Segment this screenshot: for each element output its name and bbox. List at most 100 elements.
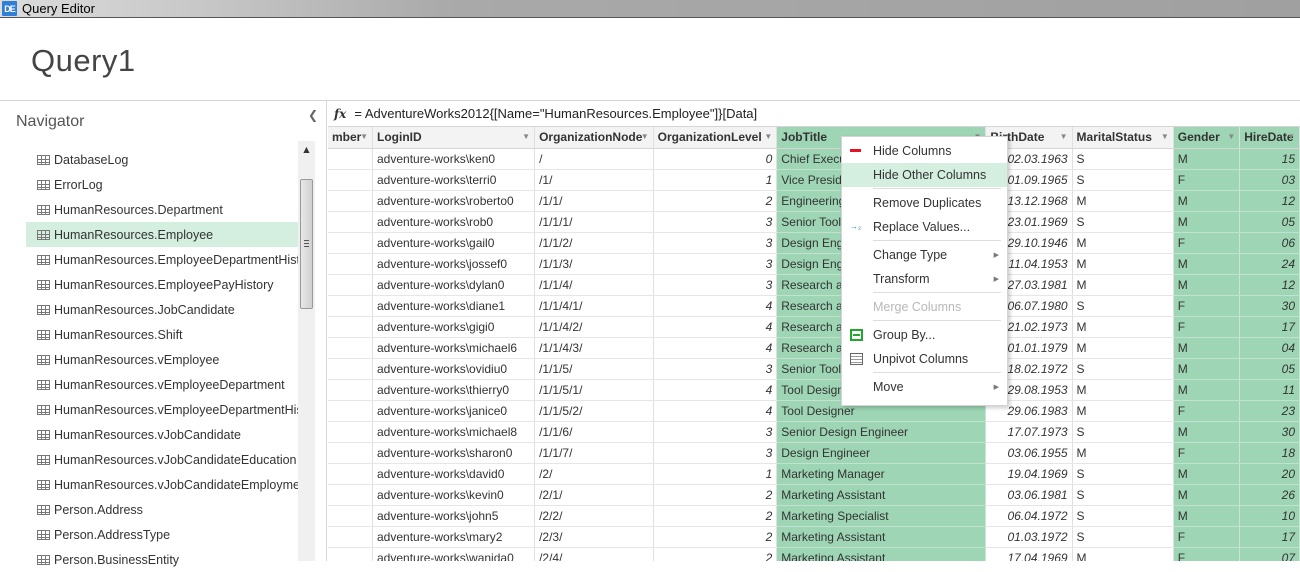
table-cell[interactable]: /2/2/ [534, 505, 654, 527]
table-cell[interactable]: 2 [653, 547, 778, 561]
table-cell[interactable]: M [1173, 337, 1241, 359]
menu-item-transform[interactable]: Transform ▶ [842, 267, 1007, 291]
navigator-item[interactable]: HumanResources.vEmployeeDepartment [26, 372, 298, 397]
navigator-scrollbar[interactable]: ▲ [298, 141, 315, 561]
navigator-item[interactable]: HumanResources.Employee [26, 222, 298, 247]
table-cell[interactable]: S [1072, 505, 1174, 527]
table-cell[interactable]: S [1072, 421, 1174, 443]
table-cell[interactable]: 2 [653, 505, 778, 527]
table-cell[interactable]: 07 [1239, 547, 1300, 561]
table-cell[interactable]: 03.06.1981 [985, 484, 1073, 506]
table-cell[interactable]: 4 [653, 337, 778, 359]
navigator-item[interactable]: HumanResources.JobCandidate [26, 297, 298, 322]
table-cell[interactable] [328, 190, 373, 212]
navigator-item[interactable]: DatabaseLog [26, 147, 298, 172]
menu-item-replace-values[interactable]: →₂ Replace Values... [842, 215, 1007, 239]
table-cell[interactable]: 3 [653, 274, 778, 296]
table-cell[interactable]: adventure-works\ovidiu0 [372, 358, 536, 380]
navigator-item[interactable]: HumanResources.vJobCandidate [26, 422, 298, 447]
table-cell[interactable]: M [1072, 253, 1174, 275]
scrollbar-thumb[interactable] [300, 179, 313, 309]
table-cell[interactable]: adventure-works\jossef0 [372, 253, 536, 275]
table-cell[interactable]: /1/1/5/1/ [534, 379, 654, 401]
column-header[interactable]: HireDate ▼ [1239, 127, 1300, 149]
table-cell[interactable]: M [1072, 232, 1174, 254]
table-cell[interactable]: 4 [653, 400, 778, 422]
menu-item-unpivot-columns[interactable]: Unpivot Columns [842, 347, 1007, 371]
column-header[interactable]: LoginID ▼ [372, 127, 536, 149]
filter-dropdown-icon[interactable]: ▼ [1060, 132, 1068, 141]
table-cell[interactable]: adventure-works\diane1 [372, 295, 536, 317]
table-cell[interactable]: Senior Design Engineer [776, 421, 987, 443]
table-cell[interactable]: 18 [1239, 442, 1300, 464]
table-cell[interactable]: M [1173, 421, 1241, 443]
table-cell[interactable]: Design Engineer [776, 442, 987, 464]
table-cell[interactable]: Marketing Specialist [776, 505, 987, 527]
table-cell[interactable]: 12 [1239, 190, 1300, 212]
formula-bar[interactable]: fx = AdventureWorks2012{[Name="HumanReso… [328, 101, 1300, 127]
table-cell[interactable]: M [1072, 274, 1174, 296]
table-cell[interactable]: 4 [653, 295, 778, 317]
menu-item-move[interactable]: Move ▶ [842, 375, 1007, 399]
table-cell[interactable]: adventure-works\kevin0 [372, 484, 536, 506]
table-cell[interactable]: F [1173, 232, 1241, 254]
table-cell[interactable]: M [1072, 337, 1174, 359]
table-cell[interactable]: S [1072, 358, 1174, 380]
table-cell[interactable]: M [1173, 463, 1241, 485]
table-cell[interactable]: adventure-works\gail0 [372, 232, 536, 254]
table-cell[interactable]: M [1072, 547, 1174, 561]
table-cell[interactable]: /1/1/4/ [534, 274, 654, 296]
table-cell[interactable]: 1 [653, 169, 778, 191]
filter-dropdown-icon[interactable]: ▼ [1227, 132, 1235, 141]
table-cell[interactable]: 3 [653, 211, 778, 233]
table-cell[interactable]: 01.03.1972 [985, 526, 1073, 548]
table-cell[interactable]: 15 [1239, 148, 1300, 170]
table-cell[interactable]: 04 [1239, 337, 1300, 359]
table-cell[interactable]: /1/1/5/2/ [534, 400, 654, 422]
table-cell[interactable]: S [1072, 484, 1174, 506]
table-cell[interactable] [328, 505, 373, 527]
table-cell[interactable] [328, 442, 373, 464]
scroll-up-arrow-icon[interactable]: ▲ [298, 141, 315, 158]
table-cell[interactable]: 3 [653, 253, 778, 275]
table-cell[interactable]: adventure-works\michael8 [372, 421, 536, 443]
table-cell[interactable]: 19.04.1969 [985, 463, 1073, 485]
table-cell[interactable] [328, 316, 373, 338]
table-cell[interactable]: F [1173, 442, 1241, 464]
table-cell[interactable]: F [1173, 547, 1241, 561]
filter-dropdown-icon[interactable]: ▼ [522, 132, 530, 141]
table-cell[interactable]: /1/1/7/ [534, 442, 654, 464]
table-cell[interactable]: adventure-works\john5 [372, 505, 536, 527]
table-cell[interactable]: 0 [653, 148, 778, 170]
table-cell[interactable]: F [1173, 169, 1241, 191]
table-cell[interactable]: M [1173, 274, 1241, 296]
navigator-item[interactable]: Person.BusinessEntity [26, 547, 298, 572]
table-cell[interactable] [328, 337, 373, 359]
table-cell[interactable]: M [1072, 316, 1174, 338]
table-cell[interactable]: adventure-works\janice0 [372, 400, 536, 422]
table-cell[interactable]: 17 [1239, 316, 1300, 338]
table-cell[interactable]: 4 [653, 316, 778, 338]
filter-dropdown-icon[interactable]: ▼ [764, 132, 772, 141]
table-cell[interactable]: adventure-works\sharon0 [372, 442, 536, 464]
navigator-item[interactable]: HumanResources.vEmployeeDepartmentHis... [26, 397, 298, 422]
table-cell[interactable]: 2 [653, 526, 778, 548]
filter-dropdown-icon[interactable]: ▼ [360, 132, 368, 141]
table-cell[interactable]: 03 [1239, 169, 1300, 191]
column-header[interactable]: MaritalStatus ▼ [1072, 127, 1174, 149]
table-cell[interactable]: S [1072, 211, 1174, 233]
table-cell[interactable] [328, 232, 373, 254]
table-cell[interactable]: Marketing Assistant [776, 547, 987, 561]
table-cell[interactable]: /1/1/4/3/ [534, 337, 654, 359]
table-cell[interactable]: M [1072, 379, 1174, 401]
table-cell[interactable]: S [1072, 169, 1174, 191]
table-cell[interactable]: S [1072, 463, 1174, 485]
filter-dropdown-icon[interactable]: ▼ [1161, 132, 1169, 141]
table-cell[interactable]: S [1072, 148, 1174, 170]
table-cell[interactable] [328, 484, 373, 506]
table-cell[interactable]: /1/1/3/ [534, 253, 654, 275]
navigator-item[interactable]: Person.Address [26, 497, 298, 522]
table-cell[interactable]: / [534, 148, 654, 170]
table-cell[interactable]: Marketing Assistant [776, 484, 987, 506]
table-cell[interactable]: /1/1/4/1/ [534, 295, 654, 317]
